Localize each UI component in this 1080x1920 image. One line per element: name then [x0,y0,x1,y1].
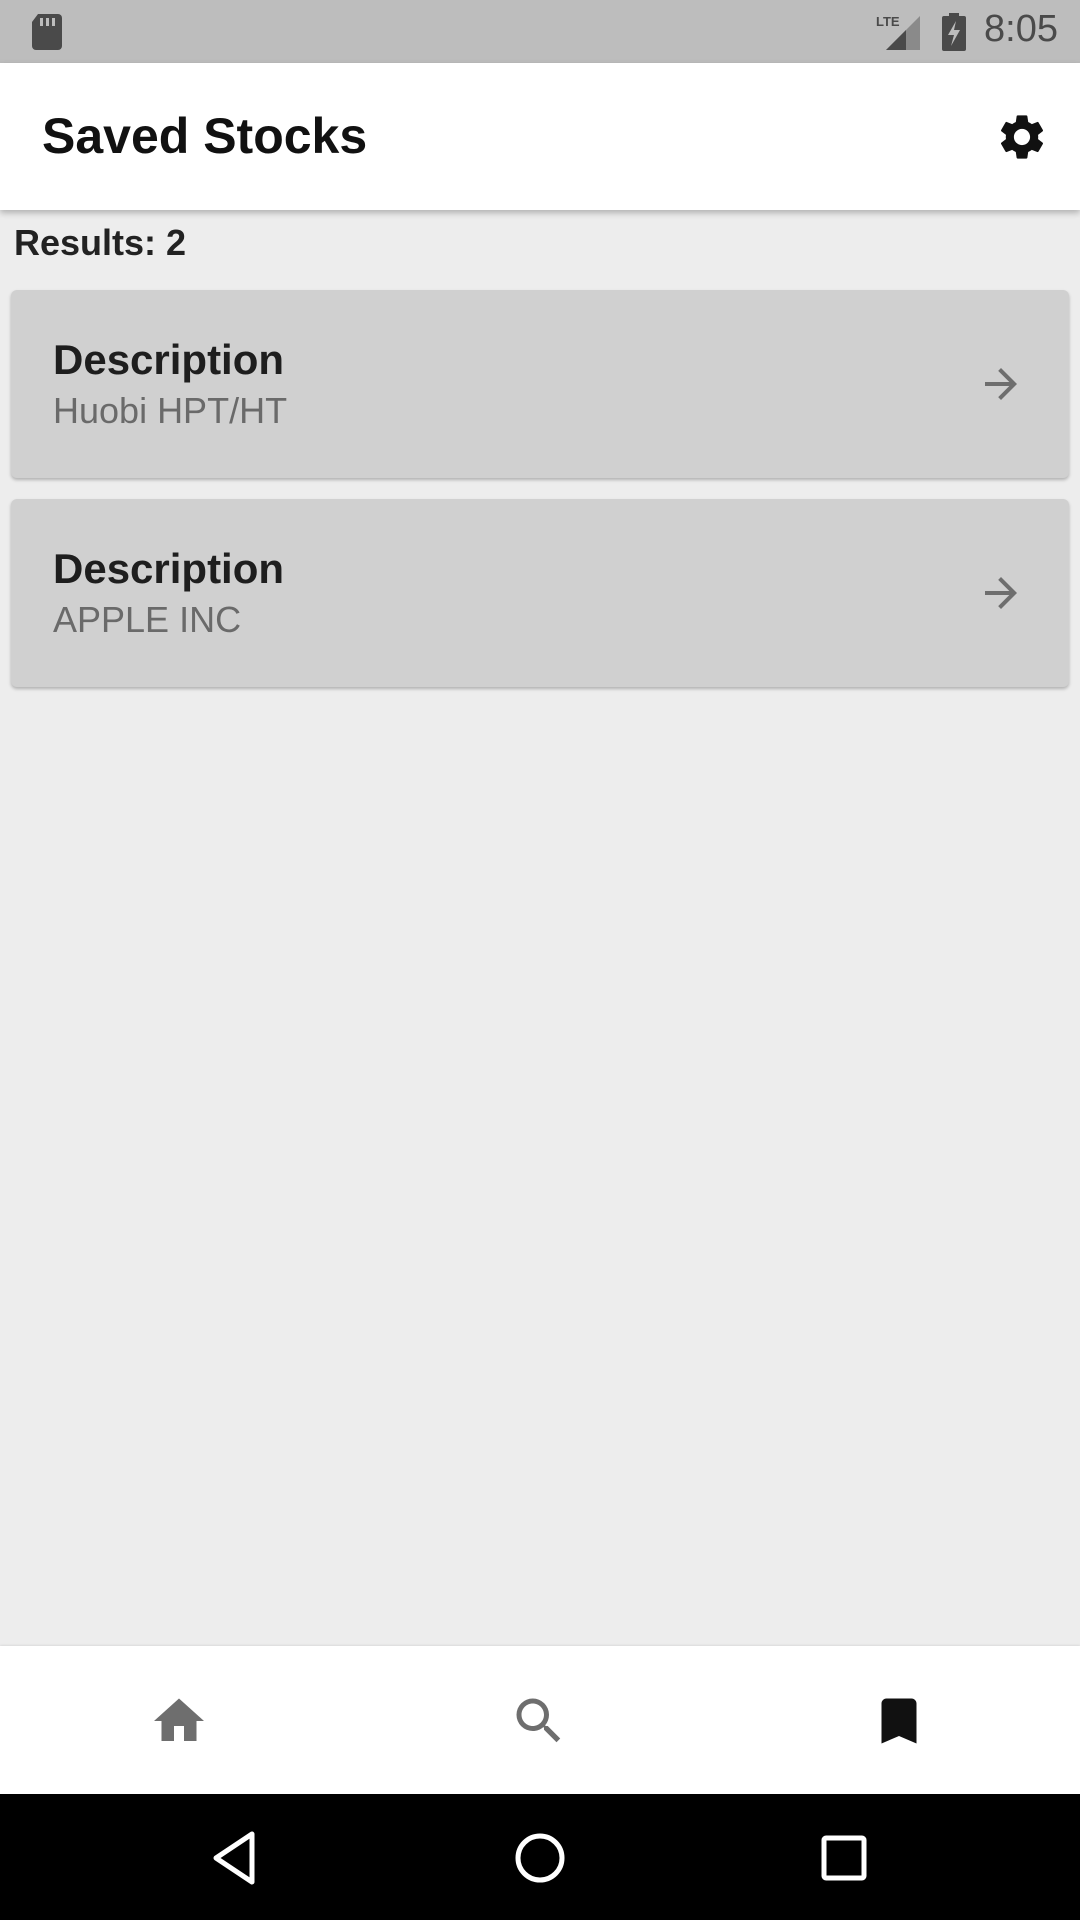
bottom-navigation [0,1646,1080,1794]
back-icon[interactable] [208,1826,272,1890]
stock-card-title: Description [53,545,285,592]
nav-home-button[interactable] [144,1686,214,1756]
stock-card-title: Description [53,336,285,383]
bookmark-icon [881,1698,917,1744]
settings-button[interactable] [990,105,1054,169]
app-bar: Saved Stocks [0,63,1080,210]
stock-card[interactable]: Description Huobi HPT/HT [11,290,1069,478]
home-circle-icon[interactable] [508,1826,572,1890]
saved-stocks-screen: LTE 8:05 Saved Stocks Results: 2 Descrip… [0,0,1080,1920]
results-count: Results: 2 [14,222,187,263]
recents-icon[interactable] [812,1826,876,1890]
page-title: Saved Stocks [42,108,368,164]
arrow-right-icon[interactable] [977,360,1025,408]
stock-card-name: Huobi HPT/HT [53,390,288,431]
stock-card[interactable]: Description APPLE INC [11,499,1069,687]
gear-icon [1000,115,1044,159]
battery-charging-icon [942,13,966,51]
arrow-right-icon[interactable] [977,569,1025,617]
clock: 8:05 [984,8,1058,50]
nav-search-button[interactable] [504,1686,574,1756]
nav-saved-button[interactable] [864,1686,934,1756]
status-bar: LTE 8:05 [0,0,1080,63]
home-icon [154,1698,204,1741]
network-label: LTE [876,14,900,29]
system-navigation-bar [0,1794,1080,1920]
sd-card-icon [32,14,62,50]
stock-card-name: APPLE INC [53,599,242,640]
search-icon [516,1698,561,1743]
lte-signal-icon: LTE [876,14,920,50]
